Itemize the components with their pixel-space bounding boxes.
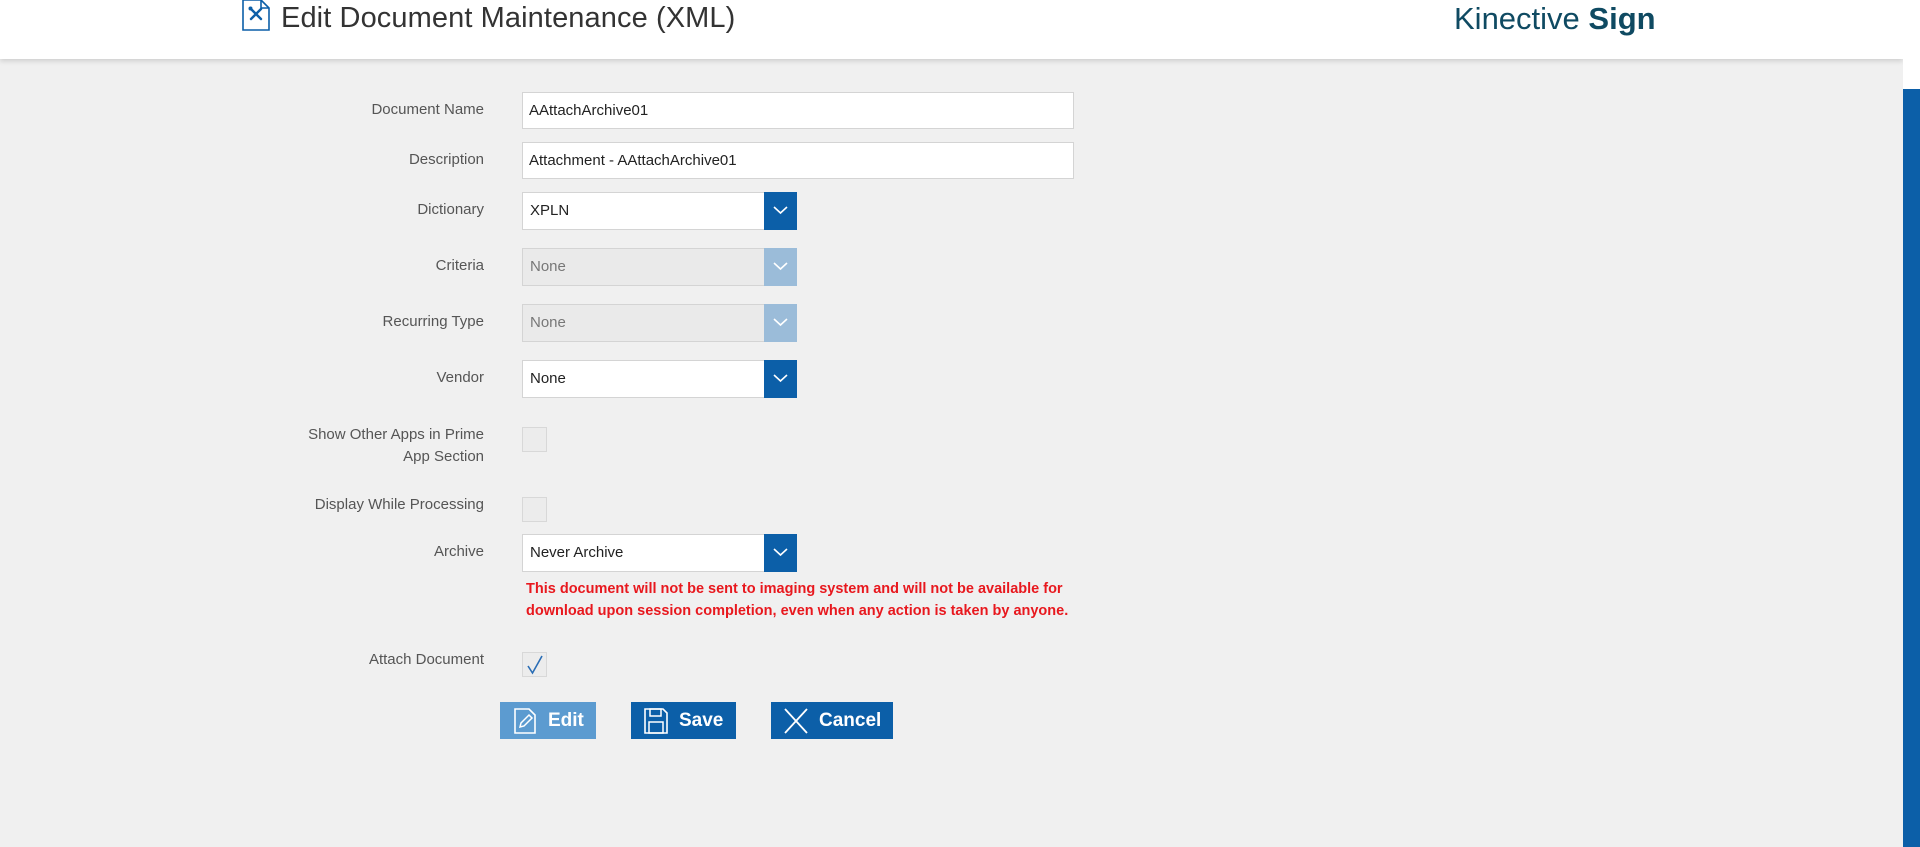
checkmark-icon	[527, 655, 543, 675]
archive-label: Archive	[433, 543, 484, 560]
chevron-down-icon	[773, 374, 788, 383]
criteria-select: None	[522, 248, 797, 286]
vendor-value: None	[530, 370, 566, 387]
recurring-type-label: Recurring Type	[382, 313, 484, 330]
recurring-type-dropdown-button	[764, 304, 797, 342]
attach-document-label: Attach Document	[368, 651, 484, 668]
floppy-disk-icon	[644, 707, 668, 734]
close-icon	[784, 707, 808, 734]
vendor-label: Vendor	[436, 369, 484, 386]
chevron-down-icon	[773, 548, 788, 557]
recurring-type-value: None	[530, 314, 566, 331]
archive-warning-line1: This document will not be sent to imagin…	[526, 581, 1063, 597]
criteria-label: Criteria	[435, 257, 484, 274]
cancel-button[interactable]: Cancel	[771, 702, 893, 739]
archive-dropdown-button[interactable]	[764, 534, 797, 572]
page-title: Edit Document Maintenance (XML)	[281, 2, 736, 34]
archive-select[interactable]: Never Archive	[522, 534, 797, 572]
edit-button-label: Edit	[548, 709, 584, 731]
archive-warning-message: This document will not be sent to imagin…	[526, 578, 1086, 622]
show-other-apps-label-line2: App Section	[403, 448, 484, 465]
document-settings-icon	[242, 0, 270, 31]
edit-button[interactable]: Edit	[500, 702, 596, 739]
archive-value: Never Archive	[530, 544, 624, 561]
brand-logo: Kinective Sign	[1454, 1, 1656, 37]
display-while-processing-checkbox[interactable]	[522, 497, 547, 522]
display-while-processing-label: Display While Processing	[314, 496, 484, 513]
dictionary-value: XPLN	[530, 202, 570, 219]
chevron-down-icon	[773, 318, 788, 327]
recurring-type-select: None	[522, 304, 797, 342]
description-label: Description	[408, 151, 484, 168]
page-header: Edit Document Maintenance (XML) Kinectiv…	[0, 0, 1903, 59]
save-button-label: Save	[679, 709, 724, 731]
attach-document-checkbox[interactable]	[522, 652, 547, 677]
show-other-apps-checkbox[interactable]	[522, 427, 547, 452]
brand-name-light: Kinective	[1454, 1, 1589, 36]
chevron-down-icon	[773, 262, 788, 271]
scrollbar-thumb[interactable]	[1903, 89, 1920, 847]
chevron-down-icon	[773, 206, 788, 215]
archive-warning-line2: download upon session completion, even w…	[526, 603, 1069, 619]
criteria-dropdown-button	[764, 248, 797, 286]
dictionary-select[interactable]: XPLN	[522, 192, 797, 230]
save-button[interactable]: Save	[631, 702, 736, 739]
vendor-select[interactable]: None	[522, 360, 797, 398]
vendor-dropdown-button[interactable]	[764, 360, 797, 398]
brand-name-bold: Sign	[1588, 1, 1656, 36]
dictionary-label: Dictionary	[417, 201, 484, 218]
pencil-icon	[514, 707, 536, 734]
description-input[interactable]: Attachment - AAttachArchive01	[522, 142, 1074, 179]
criteria-value: None	[530, 258, 566, 275]
show-other-apps-label: Show Other Apps in Prime App Section	[308, 424, 484, 468]
document-name-input[interactable]: AAttachArchive01	[522, 92, 1074, 129]
dictionary-dropdown-button[interactable]	[764, 192, 797, 230]
show-other-apps-label-line1: Show Other Apps in Prime	[308, 426, 484, 443]
document-name-label: Document Name	[371, 101, 484, 118]
cancel-button-label: Cancel	[819, 709, 882, 731]
